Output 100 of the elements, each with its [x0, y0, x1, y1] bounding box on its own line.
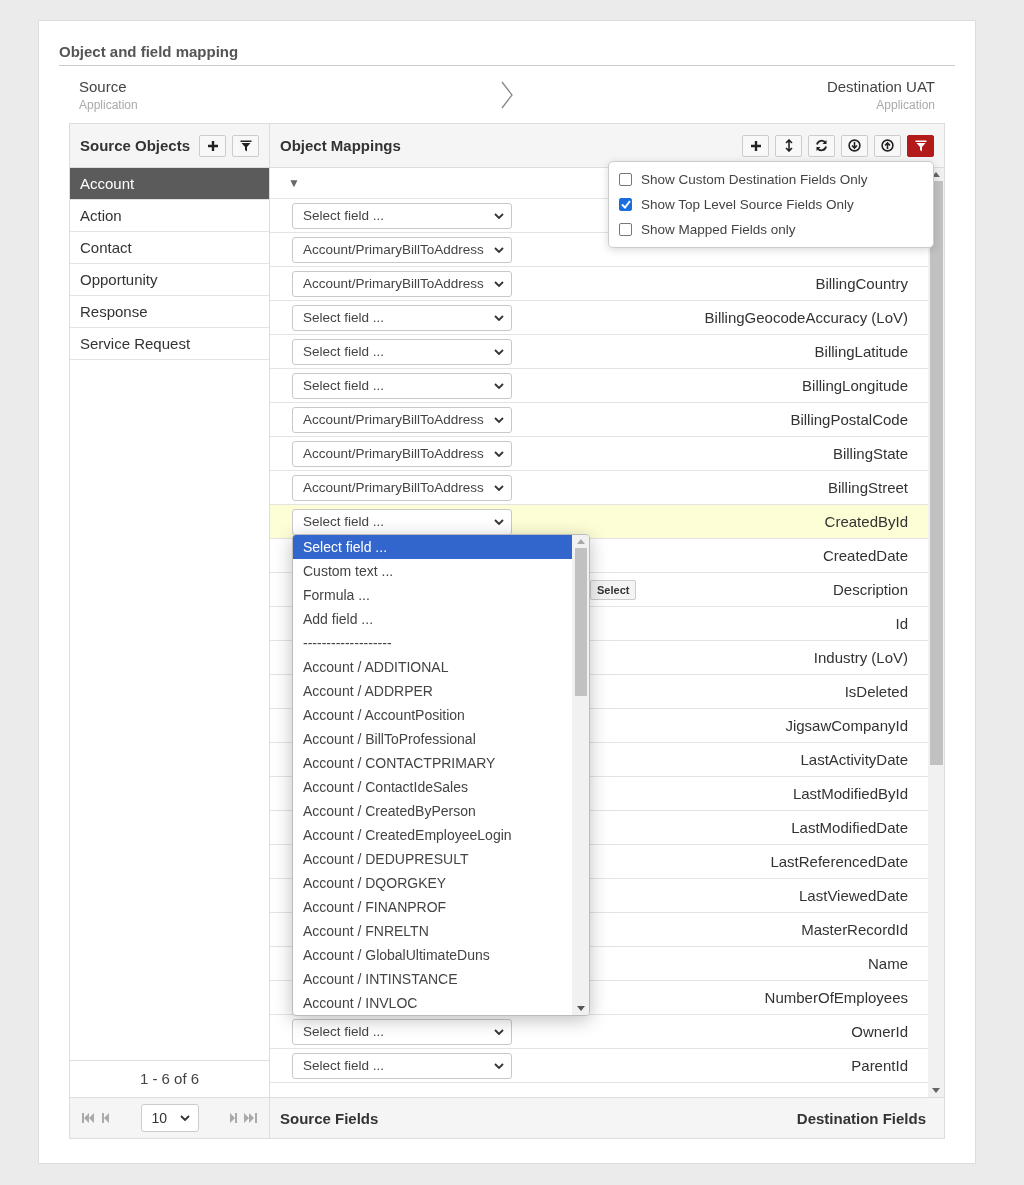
scroll-down-icon[interactable]: [576, 1006, 585, 1011]
source-field-select[interactable]: Select field ...: [292, 1018, 512, 1045]
mapping-row[interactable]: Select field ... OwnerId: [270, 1015, 928, 1049]
source-field-select[interactable]: Select field ...: [292, 202, 512, 229]
source-label: Source: [79, 78, 128, 95]
chevron-down-icon: [494, 518, 504, 525]
dropdown-option[interactable]: Select field ...: [293, 535, 572, 559]
mapping-row[interactable]: Select field ... BillingLatitude: [270, 335, 928, 369]
destination-field: MasterRecordId: [801, 921, 908, 938]
checkbox[interactable]: [619, 223, 632, 236]
destination-field: CreatedDate: [822, 547, 908, 564]
dropdown-option[interactable]: Add field ...: [293, 607, 572, 631]
source-field-select[interactable]: Account/PrimaryBillToAddress: [292, 270, 512, 297]
chevron-down-icon: [494, 1062, 504, 1069]
mapping-row[interactable]: Account/PrimaryBillToAddress BillingState: [270, 437, 928, 471]
chevron-down-icon: [179, 1115, 190, 1121]
destination-field: BillingStreet: [827, 479, 908, 496]
add-button[interactable]: [199, 134, 226, 157]
destination-field: LastViewedDate: [799, 887, 908, 904]
destination-field: BillingLongitude: [802, 377, 908, 394]
chevron-down-icon: [494, 246, 504, 253]
destination-field: BillingGeocodeAccuracy (LoV): [704, 309, 908, 326]
source-object-item[interactable]: Opportunity: [70, 264, 269, 296]
destination-field: OwnerId: [851, 1023, 908, 1040]
source-field-select[interactable]: Account/PrimaryBillToAddress: [292, 236, 512, 263]
dropdown-option[interactable]: Account / FNRELTN: [293, 919, 572, 943]
plus-icon: [749, 139, 762, 152]
refresh-button[interactable]: [808, 134, 835, 157]
dropdown-option[interactable]: Account / CreatedEmployeeLogin: [293, 823, 572, 847]
dropdown-option[interactable]: Account / ADDRPER: [293, 679, 572, 703]
checkbox-label: Show Top Level Source Fields Only: [641, 197, 854, 212]
column-label: Source Fields: [280, 1109, 379, 1127]
source-type: Application: [79, 98, 139, 112]
source-object-item[interactable]: Response: [70, 296, 269, 328]
checkbox[interactable]: [619, 198, 632, 211]
scrollbar-thumb[interactable]: [574, 548, 587, 696]
select-button[interactable]: Select: [590, 579, 637, 600]
destination-field: LastModifiedDate: [791, 819, 908, 836]
chevron-down-icon: [494, 484, 504, 491]
source-object-item[interactable]: Account: [70, 168, 269, 200]
down-arrow-circle-icon: [848, 139, 861, 152]
destination-field: Name: [868, 955, 908, 972]
panel-title: Source Objects: [80, 137, 191, 154]
funnel-icon: [914, 139, 927, 152]
sort-toggle[interactable]: ▼: [288, 176, 300, 190]
source-field-select[interactable]: Select field ...: [292, 304, 512, 331]
source-field-select[interactable]: Select field ...: [292, 1052, 512, 1079]
scrollbar-thumb[interactable]: [929, 181, 943, 765]
up-down-arrow-icon: [784, 139, 793, 152]
destination-field: Description: [832, 581, 908, 598]
source-field-select[interactable]: Account/PrimaryBillToAddress: [292, 406, 512, 433]
mapping-row[interactable]: Account/PrimaryBillToAddress BillingPostalCode: [270, 403, 928, 437]
scrollbar[interactable]: [572, 535, 589, 1015]
section-title: Object and field mapping: [59, 43, 955, 66]
source-field-select[interactable]: Select field ...: [292, 338, 512, 365]
mapping-row[interactable]: Select field ... BillingGeocodeAccuracy (LoV): [270, 301, 928, 335]
destination-type: Application: [876, 98, 935, 112]
scroll-down-icon[interactable]: [932, 1088, 940, 1093]
chevron-down-icon: [494, 314, 504, 321]
source-field-select[interactable]: Select field ...: [292, 508, 512, 535]
destination-field: BillingPostalCode: [790, 411, 908, 428]
checkbox[interactable]: [619, 173, 632, 186]
destination-field: NumberOfEmployees: [764, 989, 908, 1006]
destination-field: ParentId: [851, 1057, 908, 1074]
add-button[interactable]: [742, 134, 769, 157]
source-field-select[interactable]: Select field ...: [292, 372, 512, 399]
mapping-row[interactable]: Select field ... BillingLongitude: [270, 369, 928, 403]
chevron-right-icon: [501, 81, 513, 109]
mapping-row[interactable]: Account/PrimaryBillToAddress BillingCountry: [270, 267, 928, 301]
chevron-down-icon: [494, 382, 504, 389]
destination-field: BillingLatitude: [814, 343, 908, 360]
destination-field: JigsawCompanyId: [785, 717, 908, 734]
destination-field: BillingCountry: [815, 275, 908, 292]
dropdown-option[interactable]: Account / INVLOC: [293, 991, 572, 1015]
chevron-down-icon: [494, 450, 504, 457]
source-field-select[interactable]: Account/PrimaryBillToAddress: [292, 440, 512, 467]
dropdown-option[interactable]: Formula ...: [293, 583, 572, 607]
dropdown-option[interactable]: Account / CONTACTPRIMARY: [293, 751, 572, 775]
expand-button[interactable]: [775, 134, 802, 157]
destination-field: IsDeleted: [844, 683, 908, 700]
dropdown-option[interactable]: Account / ContactIdeSales: [293, 775, 572, 799]
mapping-row[interactable]: Select field ... ParentId: [270, 1049, 928, 1083]
chevron-down-icon: [494, 212, 504, 219]
checkbox-label: Show Custom Destination Fields Only: [641, 172, 868, 187]
column-label: Destination Fields: [796, 1109, 926, 1127]
destination-field: BillingState: [832, 445, 908, 462]
upload-button[interactable]: [874, 134, 901, 157]
source-object-item[interactable]: Action: [70, 200, 269, 232]
source-field-select[interactable]: Account/PrimaryBillToAddress: [292, 474, 512, 501]
source-object-item[interactable]: Contact: [70, 232, 269, 264]
destination-field: LastActivityDate: [800, 751, 908, 768]
dropdown-option[interactable]: Account / DEDUPRESULT: [293, 847, 572, 871]
mapping-row[interactable]: Select field ... CreatedById: [270, 505, 928, 539]
page-size-select[interactable]: 10: [140, 1104, 199, 1132]
filter-button[interactable]: [907, 134, 934, 157]
destination-field: LastModifiedById: [792, 785, 908, 802]
source-object-item[interactable]: Service Request: [70, 328, 269, 360]
destination-field: CreatedById: [824, 513, 908, 530]
scrollbar[interactable]: [928, 168, 944, 1097]
download-button[interactable]: [841, 134, 868, 157]
